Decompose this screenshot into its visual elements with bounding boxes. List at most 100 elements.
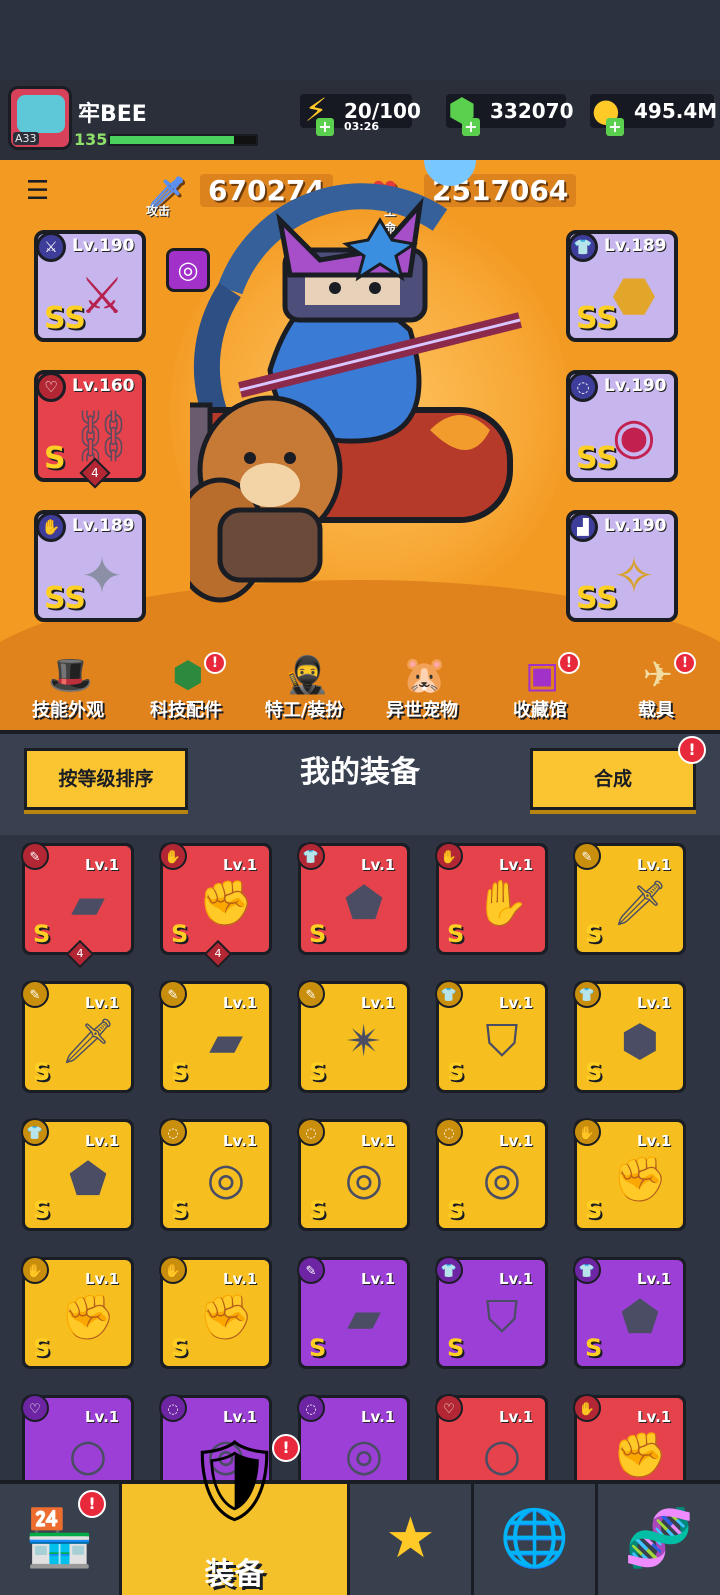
slot-type-icon: ✎ bbox=[159, 980, 187, 1008]
avatar-face bbox=[17, 95, 65, 133]
item-grade: S bbox=[171, 1196, 189, 1224]
inventory-item[interactable]: ⬢ Lv.1 S 👕 bbox=[573, 980, 686, 1093]
inventory-item[interactable]: ✊ Lv.1 S ✋ bbox=[573, 1118, 686, 1231]
player-name: 牢BEE bbox=[78, 102, 147, 127]
item-level: Lv.1 bbox=[361, 856, 396, 874]
inventory-item[interactable]: ✴ Lv.1 S ✎ bbox=[297, 980, 410, 1093]
xp-bar bbox=[108, 134, 258, 146]
item-level: Lv.1 bbox=[499, 856, 534, 874]
list-menu-icon[interactable]: ☰ bbox=[26, 178, 56, 204]
slot-level: Lv.189 bbox=[72, 516, 135, 536]
inventory-item[interactable]: ◎ Lv.1 ◌ bbox=[297, 1394, 410, 1480]
equipped-slot-armor[interactable]: 👕 Lv.189 ⬣ SS bbox=[566, 230, 678, 342]
inventory-item[interactable]: 🗡 Lv.1 S ✎ bbox=[573, 842, 686, 955]
armor-icon: 👕 bbox=[570, 234, 598, 262]
equipped-slot-belt[interactable]: ◌ Lv.190 ◉ SS bbox=[566, 370, 678, 482]
merge-button[interactable]: 合成 bbox=[530, 748, 696, 810]
inventory-item[interactable]: ✊ Lv.1 S ✋ bbox=[159, 1256, 272, 1369]
item-grade: S bbox=[309, 920, 327, 948]
inventory-item[interactable]: ⬟ Lv.1 S 👕 bbox=[21, 1118, 134, 1231]
top-status-bar: A33 牢BEE 135 ⚡ + 20/100 03:26 ⬢ + 332070… bbox=[0, 80, 720, 160]
armor-icon: ⬟ bbox=[68, 1153, 108, 1205]
inventory-grid: ▰ Lv.1 S ✎ 4 ✊ Lv.1 S ✋ 4 ⬟ Lv.1 S 👕 ✋ Lv.1 S ✋ 🗡 Lv.1 S ✎ 🗡 Lv… bbox=[0, 835, 720, 1480]
item-level: Lv.1 bbox=[361, 1270, 396, 1288]
nav-lab[interactable]: 🧬 bbox=[598, 1484, 720, 1595]
inventory-item[interactable]: ✋ Lv.1 S ✋ bbox=[435, 842, 548, 955]
item-level: Lv.1 bbox=[223, 1408, 258, 1426]
inventory-item[interactable]: ○ Lv.1 ♡ bbox=[21, 1394, 134, 1481]
inventory-item[interactable]: ✊ Lv.1 S ✋ 4 bbox=[159, 842, 272, 969]
inventory-item[interactable]: ◎ Lv.1 S ◌ bbox=[435, 1118, 548, 1231]
nav-battle[interactable]: ★ bbox=[350, 1484, 474, 1595]
equipped-slot-weapon[interactable]: ⚔ Lv.190 ⚔ SS bbox=[34, 230, 146, 342]
shortcut-pets[interactable]: 🐹 异世宠物 bbox=[362, 650, 482, 730]
equipped-slot-necklace[interactable]: ♡ Lv.160 ⛓ S 4 bbox=[34, 370, 146, 489]
slot-type-icon: 👕 bbox=[573, 1256, 601, 1284]
inventory-item[interactable]: ⬟ Lv.1 S 👕 bbox=[573, 1256, 686, 1369]
inventory-item[interactable]: ▰ Lv.1 S ✎ bbox=[297, 1256, 410, 1369]
slot-type-icon: 👕 bbox=[21, 1118, 49, 1146]
slot-type-icon: ✎ bbox=[21, 980, 49, 1008]
slot-type-icon: ✋ bbox=[573, 1118, 601, 1146]
glove-icon: ✋ bbox=[38, 514, 66, 542]
sword-icon: 🗡 bbox=[60, 1016, 116, 1067]
dna-capsule-icon: 🧬 bbox=[624, 1506, 694, 1571]
item-level: Lv.1 bbox=[499, 1270, 534, 1288]
shortcut-agent-outfit[interactable]: 🥷 特工/装扮 bbox=[244, 650, 364, 730]
inventory-item[interactable]: ⛉ Lv.1 S 👕 bbox=[435, 1256, 548, 1369]
nav-world[interactable]: 🌐 bbox=[474, 1484, 598, 1595]
gold-counter[interactable]: ● + 495.4M bbox=[590, 93, 717, 136]
item-level: Lv.1 bbox=[637, 1270, 672, 1288]
item-grade: S bbox=[171, 1334, 189, 1362]
necklace-icon: ○ bbox=[68, 1429, 108, 1481]
equipped-slot-glove[interactable]: ✋ Lv.189 ✦ SS bbox=[34, 510, 146, 622]
item-grade: S bbox=[447, 1334, 465, 1362]
slot-type-icon: ✋ bbox=[573, 1394, 601, 1422]
shortcut-vehicle[interactable]: ✈ ! 载具 bbox=[596, 650, 716, 730]
shortcut-label: 收藏馆 bbox=[513, 700, 567, 721]
notification-dot: ! bbox=[204, 652, 226, 674]
slot-type-icon: 👕 bbox=[435, 980, 463, 1008]
item-level: Lv.1 bbox=[85, 1132, 120, 1150]
item-grade: S bbox=[585, 1196, 603, 1224]
add-energy-icon[interactable]: + bbox=[316, 118, 334, 136]
nav-label: 装备 bbox=[204, 1557, 265, 1592]
nav-equipment[interactable]: 🛡 ! 装备 bbox=[122, 1434, 350, 1595]
sort-by-level-button[interactable]: 按等级排序 bbox=[24, 748, 188, 810]
item-grade: S bbox=[309, 1058, 327, 1086]
item-level: Lv.1 bbox=[223, 1270, 258, 1288]
add-gold-icon[interactable]: + bbox=[606, 118, 624, 136]
armor-icon: ⬟ bbox=[344, 877, 384, 929]
energy-counter[interactable]: ⚡ + 20/100 03:26 bbox=[300, 93, 421, 136]
shortcut-collection[interactable]: ▣ ! 收藏馆 bbox=[480, 650, 600, 730]
sword-icon: 🗡 bbox=[612, 878, 668, 929]
add-gems-icon[interactable]: + bbox=[462, 118, 480, 136]
inventory-item[interactable]: ◎ Lv.1 S ◌ bbox=[159, 1118, 272, 1231]
inventory-item[interactable]: ▰ Lv.1 S ✎ 4 bbox=[21, 842, 134, 969]
slot-type-icon: ◌ bbox=[435, 1118, 463, 1146]
slot-level: Lv.189 bbox=[604, 236, 667, 256]
inventory-item[interactable]: ○ Lv.1 ♡ bbox=[435, 1394, 548, 1480]
inventory-item[interactable]: ◎ Lv.1 S ◌ bbox=[297, 1118, 410, 1231]
nav-shop[interactable]: 🏪 ! bbox=[0, 1484, 122, 1595]
shortcut-tech-parts[interactable]: ⬢ ! 科技配件 bbox=[126, 650, 246, 730]
equipped-slot-boots[interactable]: ▟ Lv.190 ✧ SS bbox=[566, 510, 678, 622]
swords-star-icon: ★ bbox=[385, 1506, 436, 1571]
shortcut-skill-skin[interactable]: 🎩 技能外观 bbox=[8, 650, 128, 730]
inventory-item[interactable]: 🗡 Lv.1 S ✎ bbox=[21, 980, 134, 1093]
game-screen: { "player": {"name": "牢BEE", "level": "1… bbox=[0, 0, 720, 1595]
inventory-item[interactable]: ▰ Lv.1 S ✎ bbox=[159, 980, 272, 1093]
feature-shortcuts: 🎩 技能外观 ⬢ ! 科技配件 🥷 特工/装扮 🐹 异世宠物 ▣ ! 收藏馆 ✈… bbox=[0, 650, 720, 730]
player-avatar[interactable]: A33 bbox=[8, 86, 72, 150]
gauntlet-icon: ✊ bbox=[612, 1154, 668, 1205]
pet-icon: 🐹 bbox=[402, 655, 447, 696]
inventory-item[interactable]: ⛉ Lv.1 S 👕 bbox=[435, 980, 548, 1093]
gems-counter[interactable]: ⬢ + 332070 bbox=[446, 93, 574, 136]
merge-notification-dot: ! bbox=[678, 736, 706, 764]
slot-type-icon: 👕 bbox=[297, 842, 325, 870]
inventory-item[interactable]: ⬟ Lv.1 S 👕 bbox=[297, 842, 410, 955]
notification-dot: ! bbox=[78, 1490, 106, 1518]
globe-icon: 🌐 bbox=[499, 1506, 570, 1571]
inventory-item[interactable]: ✊ Lv.1 ✋ bbox=[573, 1394, 686, 1480]
inventory-item[interactable]: ✊ Lv.1 S ✋ bbox=[21, 1256, 134, 1369]
